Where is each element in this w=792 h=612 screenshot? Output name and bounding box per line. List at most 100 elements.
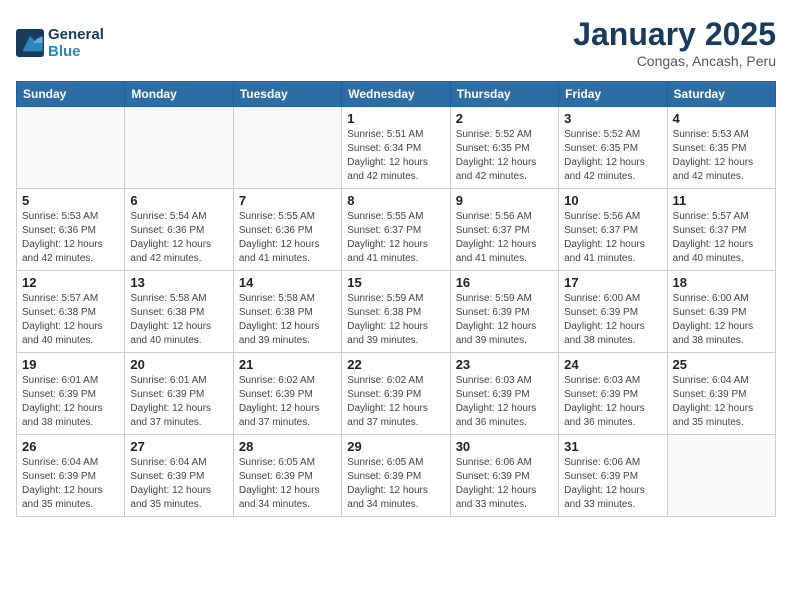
day-info: Sunrise: 6:03 AM Sunset: 6:39 PM Dayligh… [456,374,553,430]
page-header: General Blue January 2025 Congas, Ancash… [16,16,776,69]
day-info: Sunrise: 5:55 AM Sunset: 6:36 PM Dayligh… [239,210,336,266]
day-info: Sunrise: 6:04 AM Sunset: 6:39 PM Dayligh… [673,374,770,430]
day-number: 10 [564,193,661,208]
day-info: Sunrise: 6:01 AM Sunset: 6:39 PM Dayligh… [22,374,119,430]
day-number: 20 [130,357,227,372]
calendar-cell: 10 Sunrise: 5:56 AM Sunset: 6:37 PM Dayli… [559,189,667,271]
calendar-title: January 2025 [573,16,776,53]
calendar-cell: 27 Sunrise: 6:04 AM Sunset: 6:39 PM Dayli… [125,435,233,517]
day-info: Sunrise: 6:06 AM Sunset: 6:39 PM Dayligh… [564,456,661,512]
day-info: Sunrise: 6:01 AM Sunset: 6:39 PM Dayligh… [130,374,227,430]
day-info: Sunrise: 5:57 AM Sunset: 6:37 PM Dayligh… [673,210,770,266]
calendar-cell: 1 Sunrise: 5:51 AM Sunset: 6:34 PM Daylig… [342,107,450,189]
day-number: 17 [564,275,661,290]
day-info: Sunrise: 5:51 AM Sunset: 6:34 PM Dayligh… [347,128,444,184]
calendar-week-row: 5Sunrise: 5:53 AM Sunset: 6:36 PM Daylig… [17,189,776,271]
calendar-cell [17,107,125,189]
day-number: 21 [239,357,336,372]
calendar-cell: 29 Sunrise: 6:05 AM Sunset: 6:39 PM Dayli… [342,435,450,517]
day-info: Sunrise: 5:58 AM Sunset: 6:38 PM Dayligh… [130,292,227,348]
calendar-cell: 30 Sunrise: 6:06 AM Sunset: 6:39 PM Dayli… [450,435,558,517]
logo: General Blue [16,26,104,60]
day-number: 12 [22,275,119,290]
calendar-cell: 23 Sunrise: 6:03 AM Sunset: 6:39 PM Dayli… [450,353,558,435]
day-info: Sunrise: 5:57 AM Sunset: 6:38 PM Dayligh… [22,292,119,348]
day-number: 27 [130,439,227,454]
calendar-cell: 2 Sunrise: 5:52 AM Sunset: 6:35 PM Daylig… [450,107,558,189]
calendar-cell: 5Sunrise: 5:53 AM Sunset: 6:36 PM Daylig… [17,189,125,271]
day-info: Sunrise: 6:04 AM Sunset: 6:39 PM Dayligh… [22,456,119,512]
day-info: Sunrise: 6:06 AM Sunset: 6:39 PM Dayligh… [456,456,553,512]
day-info: Sunrise: 6:02 AM Sunset: 6:39 PM Dayligh… [239,374,336,430]
calendar-cell: 4 Sunrise: 5:53 AM Sunset: 6:35 PM Daylig… [667,107,775,189]
day-number: 3 [564,111,661,126]
day-number: 18 [673,275,770,290]
weekday-header-saturday: Saturday [667,82,775,107]
day-info: Sunrise: 6:04 AM Sunset: 6:39 PM Dayligh… [130,456,227,512]
calendar-cell: 3 Sunrise: 5:52 AM Sunset: 6:35 PM Daylig… [559,107,667,189]
day-number: 1 [347,111,444,126]
day-number: 25 [673,357,770,372]
calendar-week-row: 1 Sunrise: 5:51 AM Sunset: 6:34 PM Daylig… [17,107,776,189]
calendar-cell: 26 Sunrise: 6:04 AM Sunset: 6:39 PM Dayli… [17,435,125,517]
day-number: 16 [456,275,553,290]
logo-text-line2: Blue [48,43,104,60]
day-number: 6 [130,193,227,208]
day-number: 2 [456,111,553,126]
day-info: Sunrise: 5:52 AM Sunset: 6:35 PM Dayligh… [456,128,553,184]
day-info: Sunrise: 5:56 AM Sunset: 6:37 PM Dayligh… [456,210,553,266]
calendar-cell: 6 Sunrise: 5:54 AM Sunset: 6:36 PM Daylig… [125,189,233,271]
calendar-cell: 16Sunrise: 5:59 AM Sunset: 6:39 PM Dayli… [450,271,558,353]
calendar-cell: 22 Sunrise: 6:02 AM Sunset: 6:39 PM Dayli… [342,353,450,435]
calendar-cell: 17 Sunrise: 6:00 AM Sunset: 6:39 PM Dayli… [559,271,667,353]
day-info: Sunrise: 5:56 AM Sunset: 6:37 PM Dayligh… [564,210,661,266]
day-number: 30 [456,439,553,454]
calendar-cell: 28 Sunrise: 6:05 AM Sunset: 6:39 PM Dayli… [233,435,341,517]
calendar-cell: 31Sunrise: 6:06 AM Sunset: 6:39 PM Dayli… [559,435,667,517]
day-info: Sunrise: 6:00 AM Sunset: 6:39 PM Dayligh… [673,292,770,348]
day-info: Sunrise: 6:03 AM Sunset: 6:39 PM Dayligh… [564,374,661,430]
calendar-cell [667,435,775,517]
day-number: 23 [456,357,553,372]
day-info: Sunrise: 6:00 AM Sunset: 6:39 PM Dayligh… [564,292,661,348]
day-number: 13 [130,275,227,290]
day-info: Sunrise: 6:05 AM Sunset: 6:39 PM Dayligh… [239,456,336,512]
day-info: Sunrise: 5:55 AM Sunset: 6:37 PM Dayligh… [347,210,444,266]
day-number: 26 [22,439,119,454]
day-info: Sunrise: 5:59 AM Sunset: 6:38 PM Dayligh… [347,292,444,348]
weekday-header-monday: Monday [125,82,233,107]
day-info: Sunrise: 6:02 AM Sunset: 6:39 PM Dayligh… [347,374,444,430]
weekday-header-friday: Friday [559,82,667,107]
day-info: Sunrise: 5:52 AM Sunset: 6:35 PM Dayligh… [564,128,661,184]
day-number: 7 [239,193,336,208]
calendar-cell: 24 Sunrise: 6:03 AM Sunset: 6:39 PM Dayli… [559,353,667,435]
day-number: 29 [347,439,444,454]
day-number: 24 [564,357,661,372]
day-number: 9 [456,193,553,208]
day-number: 15 [347,275,444,290]
calendar-cell: 19Sunrise: 6:01 AM Sunset: 6:39 PM Dayli… [17,353,125,435]
day-info: Sunrise: 5:54 AM Sunset: 6:36 PM Dayligh… [130,210,227,266]
logo-text-line1: General [48,26,104,43]
weekday-header-row: SundayMondayTuesdayWednesdayThursdayFrid… [17,82,776,107]
calendar-cell: 15 Sunrise: 5:59 AM Sunset: 6:38 PM Dayli… [342,271,450,353]
day-number: 22 [347,357,444,372]
calendar-cell: 8 Sunrise: 5:55 AM Sunset: 6:37 PM Daylig… [342,189,450,271]
weekday-header-sunday: Sunday [17,82,125,107]
day-info: Sunrise: 5:58 AM Sunset: 6:38 PM Dayligh… [239,292,336,348]
day-info: Sunrise: 6:05 AM Sunset: 6:39 PM Dayligh… [347,456,444,512]
calendar-week-row: 19Sunrise: 6:01 AM Sunset: 6:39 PM Dayli… [17,353,776,435]
calendar-cell [233,107,341,189]
calendar-cell: 7 Sunrise: 5:55 AM Sunset: 6:36 PM Daylig… [233,189,341,271]
weekday-header-thursday: Thursday [450,82,558,107]
calendar-cell: 14 Sunrise: 5:58 AM Sunset: 6:38 PM Dayli… [233,271,341,353]
calendar-cell [125,107,233,189]
calendar-cell: 18 Sunrise: 6:00 AM Sunset: 6:39 PM Dayli… [667,271,775,353]
day-number: 14 [239,275,336,290]
day-number: 4 [673,111,770,126]
weekday-header-wednesday: Wednesday [342,82,450,107]
day-number: 8 [347,193,444,208]
day-number: 28 [239,439,336,454]
calendar-cell: 25 Sunrise: 6:04 AM Sunset: 6:39 PM Dayli… [667,353,775,435]
day-info: Sunrise: 5:53 AM Sunset: 6:35 PM Dayligh… [673,128,770,184]
